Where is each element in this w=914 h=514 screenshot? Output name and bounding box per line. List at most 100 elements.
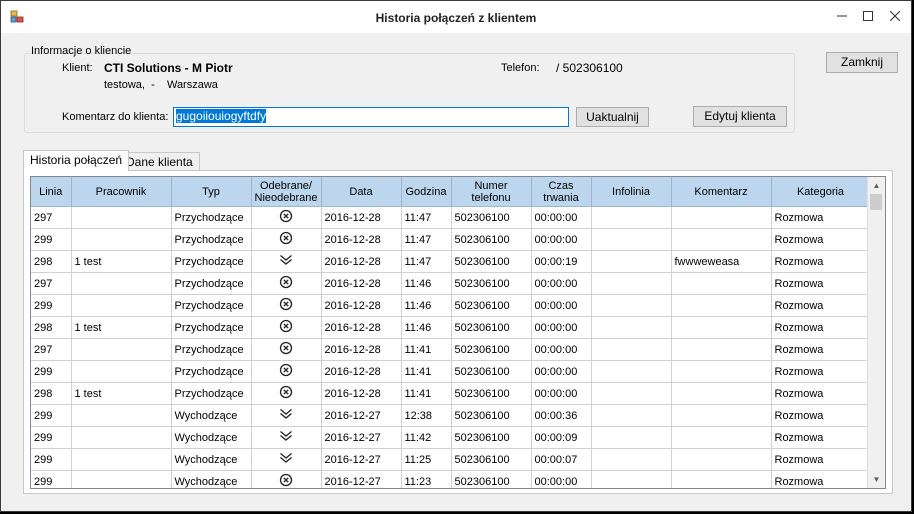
column-header[interactable]: Numer telefonu [451, 177, 532, 207]
status-cell [251, 316, 322, 339]
chevron-up-icon: ▲ [872, 181, 881, 190]
table-row[interactable]: 299 Przychodzące 2016-12-28 11:41 502306100 0… [31, 360, 871, 383]
cell-date: 2016-12-28 [321, 272, 402, 295]
tab-call-history[interactable]: Historia połączeń [23, 150, 130, 171]
phone-label: Telefon: [501, 62, 540, 74]
status-cell [251, 338, 322, 361]
cell-category: Rozmowa [771, 250, 871, 273]
table-row[interactable]: 299 Wychodzące 2016-12-27 11:42 502306100 00:… [31, 426, 871, 449]
cell-category: Rozmowa [771, 272, 871, 295]
cell-time: 11:41 [401, 338, 452, 361]
cell-hotline [591, 360, 672, 383]
cell-type: Przychodzące [171, 272, 252, 295]
cell-category: Rozmowa [771, 382, 871, 405]
table-row[interactable]: 299 Przychodzące 2016-12-28 11:46 502306100 0… [31, 294, 871, 317]
table-row[interactable]: 299 Wychodzące 2016-12-27 11:23 502306100 00:… [31, 470, 871, 488]
cell-employee: 1 test [71, 316, 172, 339]
cell-comment [671, 338, 772, 361]
cell-comment [671, 404, 772, 427]
cell-employee [71, 272, 172, 295]
status-cell [251, 228, 322, 251]
cell-date: 2016-12-28 [321, 360, 402, 383]
cell-hotline [591, 426, 672, 449]
table-row[interactable]: 297 Przychodzące 2016-12-28 11:46 502306100 0… [31, 272, 871, 295]
column-header[interactable]: Linia [31, 177, 72, 207]
circle-x-icon [279, 209, 293, 226]
call-history-window: Historia połączeń z klientem Informacje … [0, 0, 912, 512]
column-header[interactable]: Data [321, 177, 402, 207]
scroll-down-button[interactable]: ▼ [868, 471, 885, 488]
call-history-grid[interactable]: Linia Pracownik Typ Odebrane/ Nieodebrane Da… [30, 176, 886, 489]
table-row[interactable]: 299 Przychodzące 2016-12-28 11:47 502306100 0… [31, 228, 871, 251]
cell-employee [71, 206, 172, 229]
table-row[interactable]: 299 Wychodzące 2016-12-27 12:38 502306100 00:… [31, 404, 871, 427]
cell-comment [671, 272, 772, 295]
cell-type: Przychodzące [171, 250, 252, 273]
minimize-icon [837, 15, 847, 17]
cell-duration: 00:00:00 [531, 360, 592, 383]
scroll-thumb[interactable] [870, 194, 882, 210]
circle-x-icon [279, 473, 293, 488]
column-header[interactable]: Komentarz [671, 177, 772, 207]
cell-date: 2016-12-27 [321, 426, 402, 449]
close-window-button[interactable] [880, 5, 910, 29]
cell-hotline [591, 382, 672, 405]
column-header[interactable]: Infolinia [591, 177, 672, 207]
cell-duration: 00:00:00 [531, 338, 592, 361]
edit-client-button[interactable]: Edytuj klienta [693, 106, 787, 127]
double-chevron-down-icon [279, 430, 293, 445]
cell-hotline [591, 250, 672, 273]
cell-date: 2016-12-27 [321, 404, 402, 427]
table-row[interactable]: 297 Przychodzące 2016-12-28 11:47 502306100 0… [31, 206, 871, 229]
vertical-scrollbar[interactable]: ▲ ▼ [867, 177, 885, 488]
cell-line: 297 [31, 206, 72, 229]
column-header[interactable]: Pracownik [71, 177, 172, 207]
comment-input[interactable]: gugoiiouiogyftdfy [173, 107, 569, 127]
update-button[interactable]: Uaktualnij [576, 107, 649, 127]
scroll-up-button[interactable]: ▲ [868, 177, 885, 194]
cell-line: 299 [31, 448, 72, 471]
table-row[interactable]: 298 1 test Przychodzące 2016-12-28 11:46 5023… [31, 316, 871, 339]
chevron-down-icon: ▼ [872, 475, 881, 484]
cell-time: 11:42 [401, 426, 452, 449]
maximize-button[interactable] [853, 5, 883, 29]
cell-phone: 502306100 [451, 360, 532, 383]
cell-phone: 502306100 [451, 294, 532, 317]
table-row[interactable]: 298 1 test Przychodzące 2016-12-28 11:47 5023… [31, 250, 871, 273]
circle-x-icon [279, 231, 293, 248]
cell-time: 12:38 [401, 404, 452, 427]
column-header[interactable]: Czas trwania [531, 177, 592, 207]
cell-hotline [591, 206, 672, 229]
status-cell [251, 206, 322, 229]
cell-employee [71, 294, 172, 317]
table-row[interactable]: 297 Przychodzące 2016-12-28 11:41 502306100 0… [31, 338, 871, 361]
cell-category: Rozmowa [771, 426, 871, 449]
cell-duration: 00:00:00 [531, 294, 592, 317]
close-button[interactable]: Zamknij [826, 52, 898, 73]
column-header[interactable]: Odebrane/ Nieodebrane [251, 177, 322, 207]
cell-line: 299 [31, 228, 72, 251]
cell-category: Rozmowa [771, 404, 871, 427]
column-header[interactable]: Godzina [401, 177, 452, 207]
cell-type: Wychodzące [171, 426, 252, 449]
cell-date: 2016-12-27 [321, 448, 402, 471]
table-row[interactable]: 298 1 test Przychodzące 2016-12-28 11:41 5023… [31, 382, 871, 405]
column-header[interactable]: Kategoria [771, 177, 871, 207]
cell-time: 11:46 [401, 294, 452, 317]
cell-comment [671, 294, 772, 317]
cell-phone: 502306100 [451, 250, 532, 273]
cell-time: 11:46 [401, 316, 452, 339]
column-header[interactable]: Typ [171, 177, 252, 207]
table-row[interactable]: 299 Wychodzące 2016-12-27 11:25 502306100 00:… [31, 448, 871, 471]
cell-category: Rozmowa [771, 338, 871, 361]
cell-phone: 502306100 [451, 228, 532, 251]
cell-line: 299 [31, 426, 72, 449]
tab-client-data[interactable]: Dane klienta [119, 152, 200, 170]
cell-type: Wychodzące [171, 448, 252, 471]
cell-line: 297 [31, 272, 72, 295]
cell-phone: 502306100 [451, 448, 532, 471]
cell-date: 2016-12-28 [321, 382, 402, 405]
client-address: testowa, - Warszawa [104, 79, 218, 91]
cell-duration: 00:00:19 [531, 250, 592, 273]
cell-type: Przychodzące [171, 360, 252, 383]
